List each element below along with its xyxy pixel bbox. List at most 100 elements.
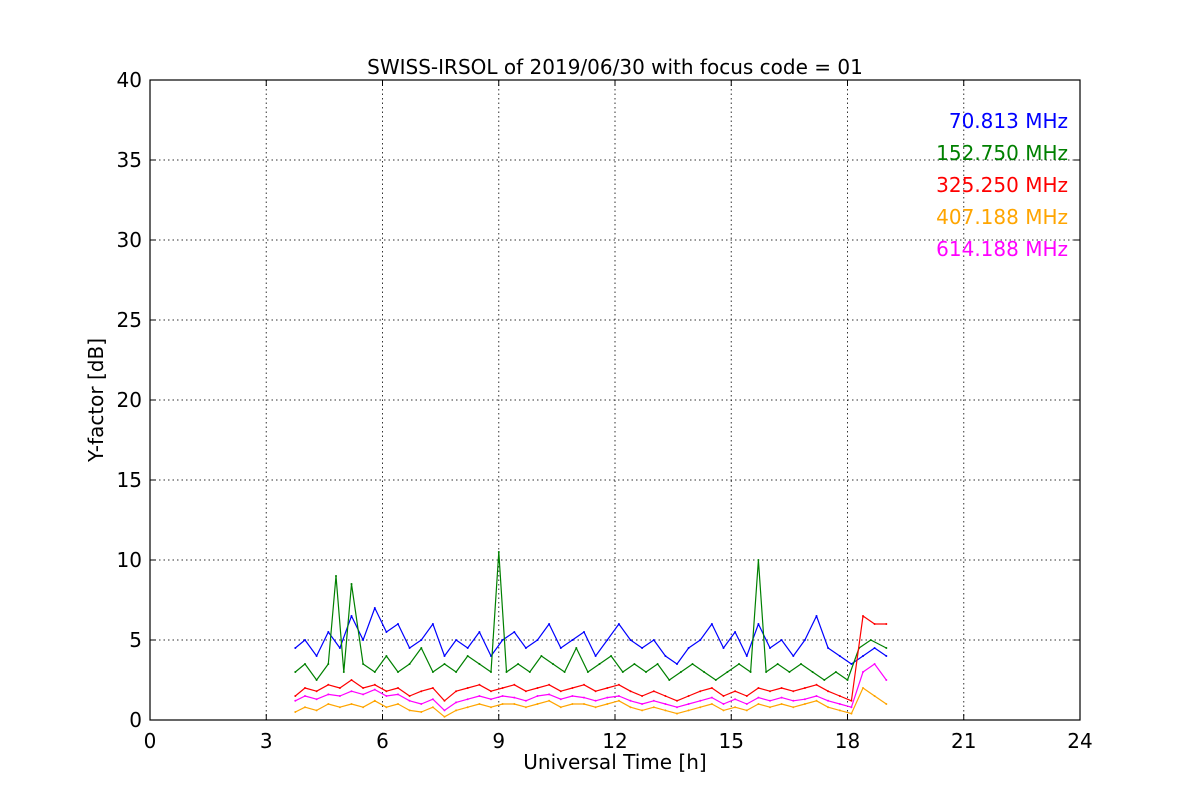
series-1-point [656,663,659,665]
series-1-point [645,671,647,673]
series-1-point [342,671,345,673]
series-1-point [490,671,492,673]
series-3-point [734,706,737,709]
series-2-point [617,683,620,686]
series-2-point [710,687,713,689]
series-2-point [850,699,853,702]
series-4-point [490,698,492,701]
y-tick-label: 35 [117,148,142,172]
series-2-point [838,695,841,697]
series-2-point [559,690,562,693]
series-4-point [594,699,597,702]
series-0-point [699,639,702,641]
series-4-point [362,693,365,696]
series-2-point [722,695,725,697]
series-1-point [466,655,469,657]
series-3-point [350,703,353,705]
series-0-point [652,639,655,641]
series-4-point [780,696,783,699]
series-2-point [350,679,353,681]
series-0-point [722,647,725,649]
series-3-point [420,711,423,713]
series-4-point [687,703,690,705]
series-1-point [528,671,531,673]
series-0-point [687,647,690,649]
series-0-point [548,623,551,625]
series-4-point [420,703,423,705]
series-0-point [803,639,806,641]
legend-entry: 325.250 MHz [936,173,1068,197]
series-2-point [641,695,644,697]
series-0-point [827,647,830,649]
series-0-point [850,663,853,665]
series-1-point [397,671,399,673]
series-4-point [431,698,434,701]
series-0-point [792,655,795,657]
series-3-point [850,712,853,715]
series-2-point [606,687,609,689]
series-1-point [598,663,601,665]
series-1-point [497,551,500,553]
series-0-point [559,647,562,649]
y-tick-label: 15 [117,468,142,492]
series-3-point [710,703,713,705]
y-tick-label: 25 [117,308,142,332]
series-4-point [862,671,864,673]
series-1-point [517,663,520,665]
series-4-point [466,698,469,701]
chart: 0 3 6 9 12 15 18 21 240510152025303540 SWISS-IRS… [0,0,1200,800]
series-3-point [559,706,562,709]
series-2-point [513,683,516,686]
series-3-point [862,687,864,689]
series-4-point [373,688,376,691]
series-0-point [862,655,864,657]
series-3-point [606,703,609,705]
y-tick-label: 30 [117,228,142,252]
series-3-point [664,709,667,712]
series-2-point [431,687,434,689]
x-tick-label: 0 [144,729,157,753]
series-2-point [385,690,388,693]
series-4-point [315,698,318,701]
series-4-point [606,696,609,699]
series-0-point [745,655,748,657]
series-3-point [478,703,481,705]
series-4-point [652,699,655,702]
series-0-point [385,631,388,633]
series-3-point [629,706,632,709]
x-tick-label: 18 [835,729,860,753]
series-1-point [373,671,376,673]
series-2-point [327,683,330,686]
series-1-point [420,647,423,649]
y-tick-label: 10 [117,548,142,572]
series-1-point [327,663,330,665]
x-axis-label: Universal Time [h] [523,750,706,774]
series-4-point [885,679,888,681]
series-2-point [373,683,376,686]
x-tick-label: 3 [260,729,273,753]
series-2-point [397,687,399,689]
series-2-point [676,699,678,702]
series-2-point [338,687,341,689]
series-2-point [420,690,423,693]
series-2-point [501,687,504,689]
series-2-point [664,695,667,697]
series-4-point [803,698,806,701]
series-2-point [803,687,806,689]
series-1-point [691,663,694,665]
series-4-point [838,703,841,705]
series-0-point [885,655,888,657]
series-3-point [455,709,458,712]
series-1-point [505,671,508,673]
series-4-point [641,703,644,705]
series-0-point [513,631,516,633]
series-1-point [714,679,717,681]
series-3-point [885,703,888,705]
series-1-point [823,679,826,681]
series-0-point [350,615,353,617]
series-4-point [536,695,539,697]
series-0-point [501,639,504,641]
series-0-point [408,647,411,649]
series-4-point [710,696,713,699]
x-tick-label: 6 [376,729,389,753]
